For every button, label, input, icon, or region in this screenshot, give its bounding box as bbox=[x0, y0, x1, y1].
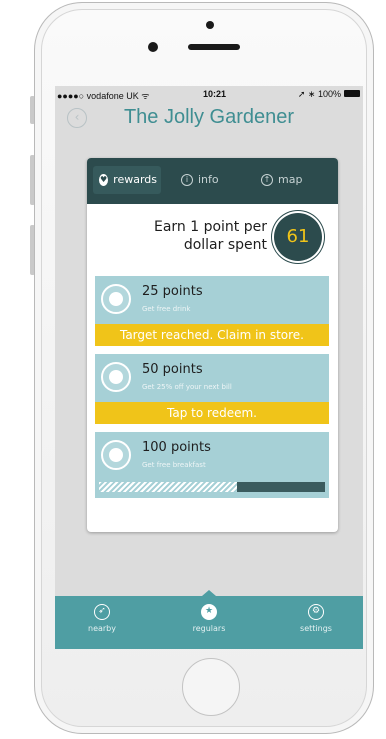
compass-icon: ➶ bbox=[94, 604, 110, 620]
earn-line-2: dollar spent bbox=[183, 237, 267, 253]
status-right: ➚ ∗ 100% bbox=[297, 89, 341, 99]
active-tab-caret bbox=[202, 590, 216, 596]
beer-icon bbox=[101, 284, 131, 314]
reward-points: 50 points bbox=[142, 362, 203, 377]
reward-points: 100 points bbox=[142, 440, 211, 455]
nav-item-regulars[interactable]: ★ regulars bbox=[174, 604, 244, 633]
food-icon bbox=[101, 440, 131, 470]
points-balance: 61 bbox=[274, 213, 322, 261]
earn-rate: Earn 1 point per dollar spent bbox=[127, 218, 267, 254]
tab-bar: ♥ rewards i info ↑ map bbox=[87, 158, 338, 204]
info-icon: i bbox=[181, 174, 193, 186]
nav-label: settings bbox=[300, 624, 332, 633]
status-bar: ●●●●○ vodafone UK ᯤ 10:21 ➚ ∗ 100% bbox=[55, 86, 363, 102]
tab-label: map bbox=[278, 173, 303, 186]
bottom-nav: ➶ nearby ★ regulars ⚙ settings bbox=[55, 590, 363, 649]
progress-fill bbox=[99, 482, 237, 492]
rewards-card: ♥ rewards i info ↑ map Earn 1 point per … bbox=[87, 158, 338, 532]
reward-description: Get free drink bbox=[142, 305, 191, 313]
tab-label: rewards bbox=[113, 173, 157, 186]
nav-item-nearby[interactable]: ➶ nearby bbox=[67, 604, 137, 633]
camera-icon bbox=[148, 42, 158, 52]
reward-item-100[interactable]: 100 points Get free breakfast bbox=[95, 432, 329, 498]
battery-icon bbox=[344, 90, 360, 97]
location-icon: ↑ bbox=[261, 174, 273, 186]
tab-label: info bbox=[198, 173, 219, 186]
earpiece-speaker bbox=[188, 44, 240, 50]
reward-points: 25 points bbox=[142, 284, 203, 299]
heart-icon: ♥ bbox=[99, 174, 109, 186]
reward-description: Get free breakfast bbox=[142, 461, 206, 469]
tab-info[interactable]: i info bbox=[175, 166, 233, 194]
star-icon: ★ bbox=[201, 604, 217, 620]
header: ‹ The Jolly Gardener bbox=[55, 102, 363, 140]
reward-item-50[interactable]: 50 points Get 25% off your next bill Tap… bbox=[95, 354, 329, 424]
tab-map[interactable]: ↑ map bbox=[255, 166, 311, 194]
nav-label: regulars bbox=[192, 624, 226, 633]
carrier-label: ●●●●○ vodafone UK ᯤ bbox=[57, 91, 150, 101]
home-button[interactable] bbox=[182, 658, 240, 716]
redeem-button[interactable]: Tap to redeem. bbox=[95, 402, 329, 424]
clock: 10:21 bbox=[203, 89, 227, 99]
app-screen: ●●●●○ vodafone UK ᯤ 10:21 ➚ ∗ 100% ‹ The… bbox=[55, 86, 363, 649]
page-title: The Jolly Gardener bbox=[123, 106, 295, 128]
nav-item-settings[interactable]: ⚙ settings bbox=[281, 604, 351, 633]
front-camera-icon bbox=[206, 21, 214, 29]
claim-banner[interactable]: Target reached. Claim in store. bbox=[95, 324, 329, 346]
money-icon bbox=[101, 362, 131, 392]
reward-progress-bar bbox=[99, 482, 325, 492]
reward-description: Get 25% off your next bill bbox=[142, 383, 232, 391]
earn-line-1: Earn 1 point per bbox=[153, 219, 267, 235]
tab-rewards[interactable]: ♥ rewards bbox=[93, 166, 161, 194]
reward-item-25[interactable]: 25 points Get free drink Target reached.… bbox=[95, 276, 329, 346]
gears-icon: ⚙ bbox=[308, 604, 324, 620]
nav-label: nearby bbox=[88, 624, 116, 633]
